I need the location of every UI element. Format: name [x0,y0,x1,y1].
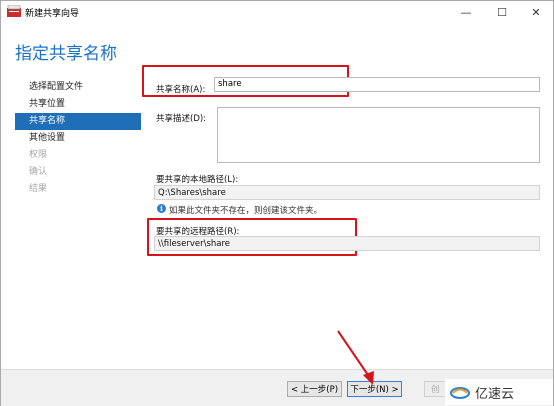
maximize-button[interactable]: ☐ [485,1,519,23]
minimize-button[interactable]: — [449,1,483,23]
local-path-label: 要共享的本地路径(L): [156,175,239,185]
cloud-logo-icon [450,387,470,399]
watermark-text: 亿速云 [475,386,515,402]
share-name-input[interactable]: share [214,77,540,92]
watermark: 亿速云 [445,379,553,405]
previous-button[interactable]: < 上一步(P) [287,381,342,397]
share-wizard-icon [7,5,21,17]
remote-path-field: \\fileserver\share [154,236,540,251]
wizard-steps-nav: 选择配置文件 共享位置 共享名称 其他设置 权限 确认 结果 [15,79,141,198]
nav-item-share-location[interactable]: 共享位置 [15,96,141,113]
nav-item-confirm: 确认 [29,167,48,177]
info-icon: i [157,204,166,213]
nav-item-permissions: 权限 [29,150,48,160]
share-description-textarea[interactable] [217,107,540,163]
local-path-field: Q:\Shares\share [154,185,540,200]
nav-item-select-profile[interactable]: 选择配置文件 [15,79,141,96]
close-button[interactable]: ✕ [519,1,553,23]
page-heading: 指定共享名称 [15,44,117,64]
nav-item-other-settings[interactable]: 其他设置 [15,130,141,147]
new-share-wizard-window: 新建共享向导 — ☐ ✕ 指定共享名称 选择配置文件 共享位置 共享名称 其他设… [0,0,554,406]
nav-item-share-name[interactable]: 共享名称 [15,113,141,130]
next-button[interactable]: 下一步(N) > [347,381,402,397]
window-title: 新建共享向导 [25,9,80,19]
share-name-label: 共享名称(A): [156,85,206,95]
nav-item-results: 结果 [29,184,48,194]
folder-create-info-text: 如果此文件夹不存在，则创建该文件夹。 [169,206,323,216]
share-description-label: 共享描述(D): [156,114,207,124]
title-bar: 新建共享向导 — ☐ ✕ [1,1,553,23]
